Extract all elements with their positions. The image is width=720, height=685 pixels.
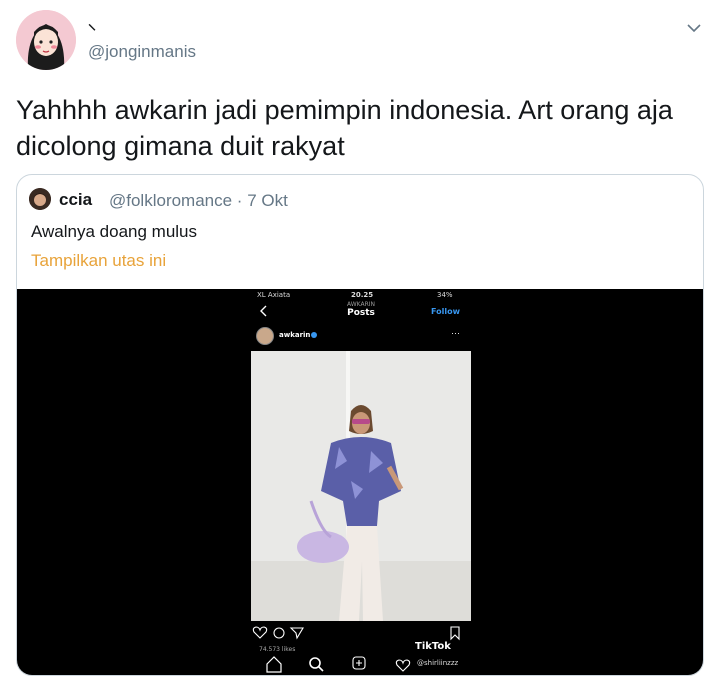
display-name[interactable]: ⸜ [88, 12, 96, 34]
comment-icon [273, 627, 285, 639]
heart-icon [395, 659, 411, 672]
quoted-meta: @folkloromance · 7 Okt [109, 191, 288, 210]
chevron-down-icon[interactable] [684, 18, 704, 38]
tweet: ⸜ @jonginmanis Yahhhh awkarin jadi pemim… [0, 0, 720, 685]
home-icon [266, 656, 282, 673]
quoted-text: Awalnya doang mulus [31, 222, 198, 241]
more-icon: ··· [451, 328, 460, 338]
avatar[interactable] [16, 10, 76, 70]
ig-follow-button: Follow [431, 307, 461, 316]
quoted-tweet[interactable]: ccia @folkloromance · 7 Okt Awalnya doan… [16, 174, 704, 676]
show-thread-link[interactable]: Tampilkan utas ini [31, 251, 166, 271]
tiktok-logo-icon: TikTok [415, 641, 451, 652]
status-time: 20.25 [351, 291, 374, 299]
tweet-text: Yahhhh awkarin jadi pemimpin indonesia. … [16, 95, 673, 161]
heart-icon [252, 626, 268, 639]
status-battery: 34% [437, 291, 453, 299]
ig-actions [251, 625, 471, 641]
tiktok-username: @shirliinzzz [417, 659, 459, 667]
ig-header: AWKARIN Posts Follow [251, 301, 471, 323]
status-carrier: XL Axiata [257, 291, 291, 299]
phone-status-bar: XL Axiata 20.25 34% [251, 289, 471, 301]
ig-post-username: awkarin [279, 331, 311, 339]
ig-avatar [256, 327, 274, 345]
video-media[interactable]: XL Axiata 20.25 34% AWKARIN Posts Follow… [17, 289, 703, 675]
quoted-avatar[interactable] [29, 188, 51, 210]
quoted-display-name[interactable]: ccia [59, 190, 92, 210]
search-icon [309, 657, 321, 669]
phone-screenshot: XL Axiata 20.25 34% AWKARIN Posts Follow… [251, 289, 471, 675]
ig-photo [251, 351, 471, 621]
ig-post-header: awkarin ··· [251, 325, 471, 349]
bookmark-icon [450, 626, 460, 641]
share-icon [289, 627, 304, 640]
user-handle[interactable]: @jonginmanis [88, 42, 196, 62]
verified-badge-icon [311, 332, 317, 338]
